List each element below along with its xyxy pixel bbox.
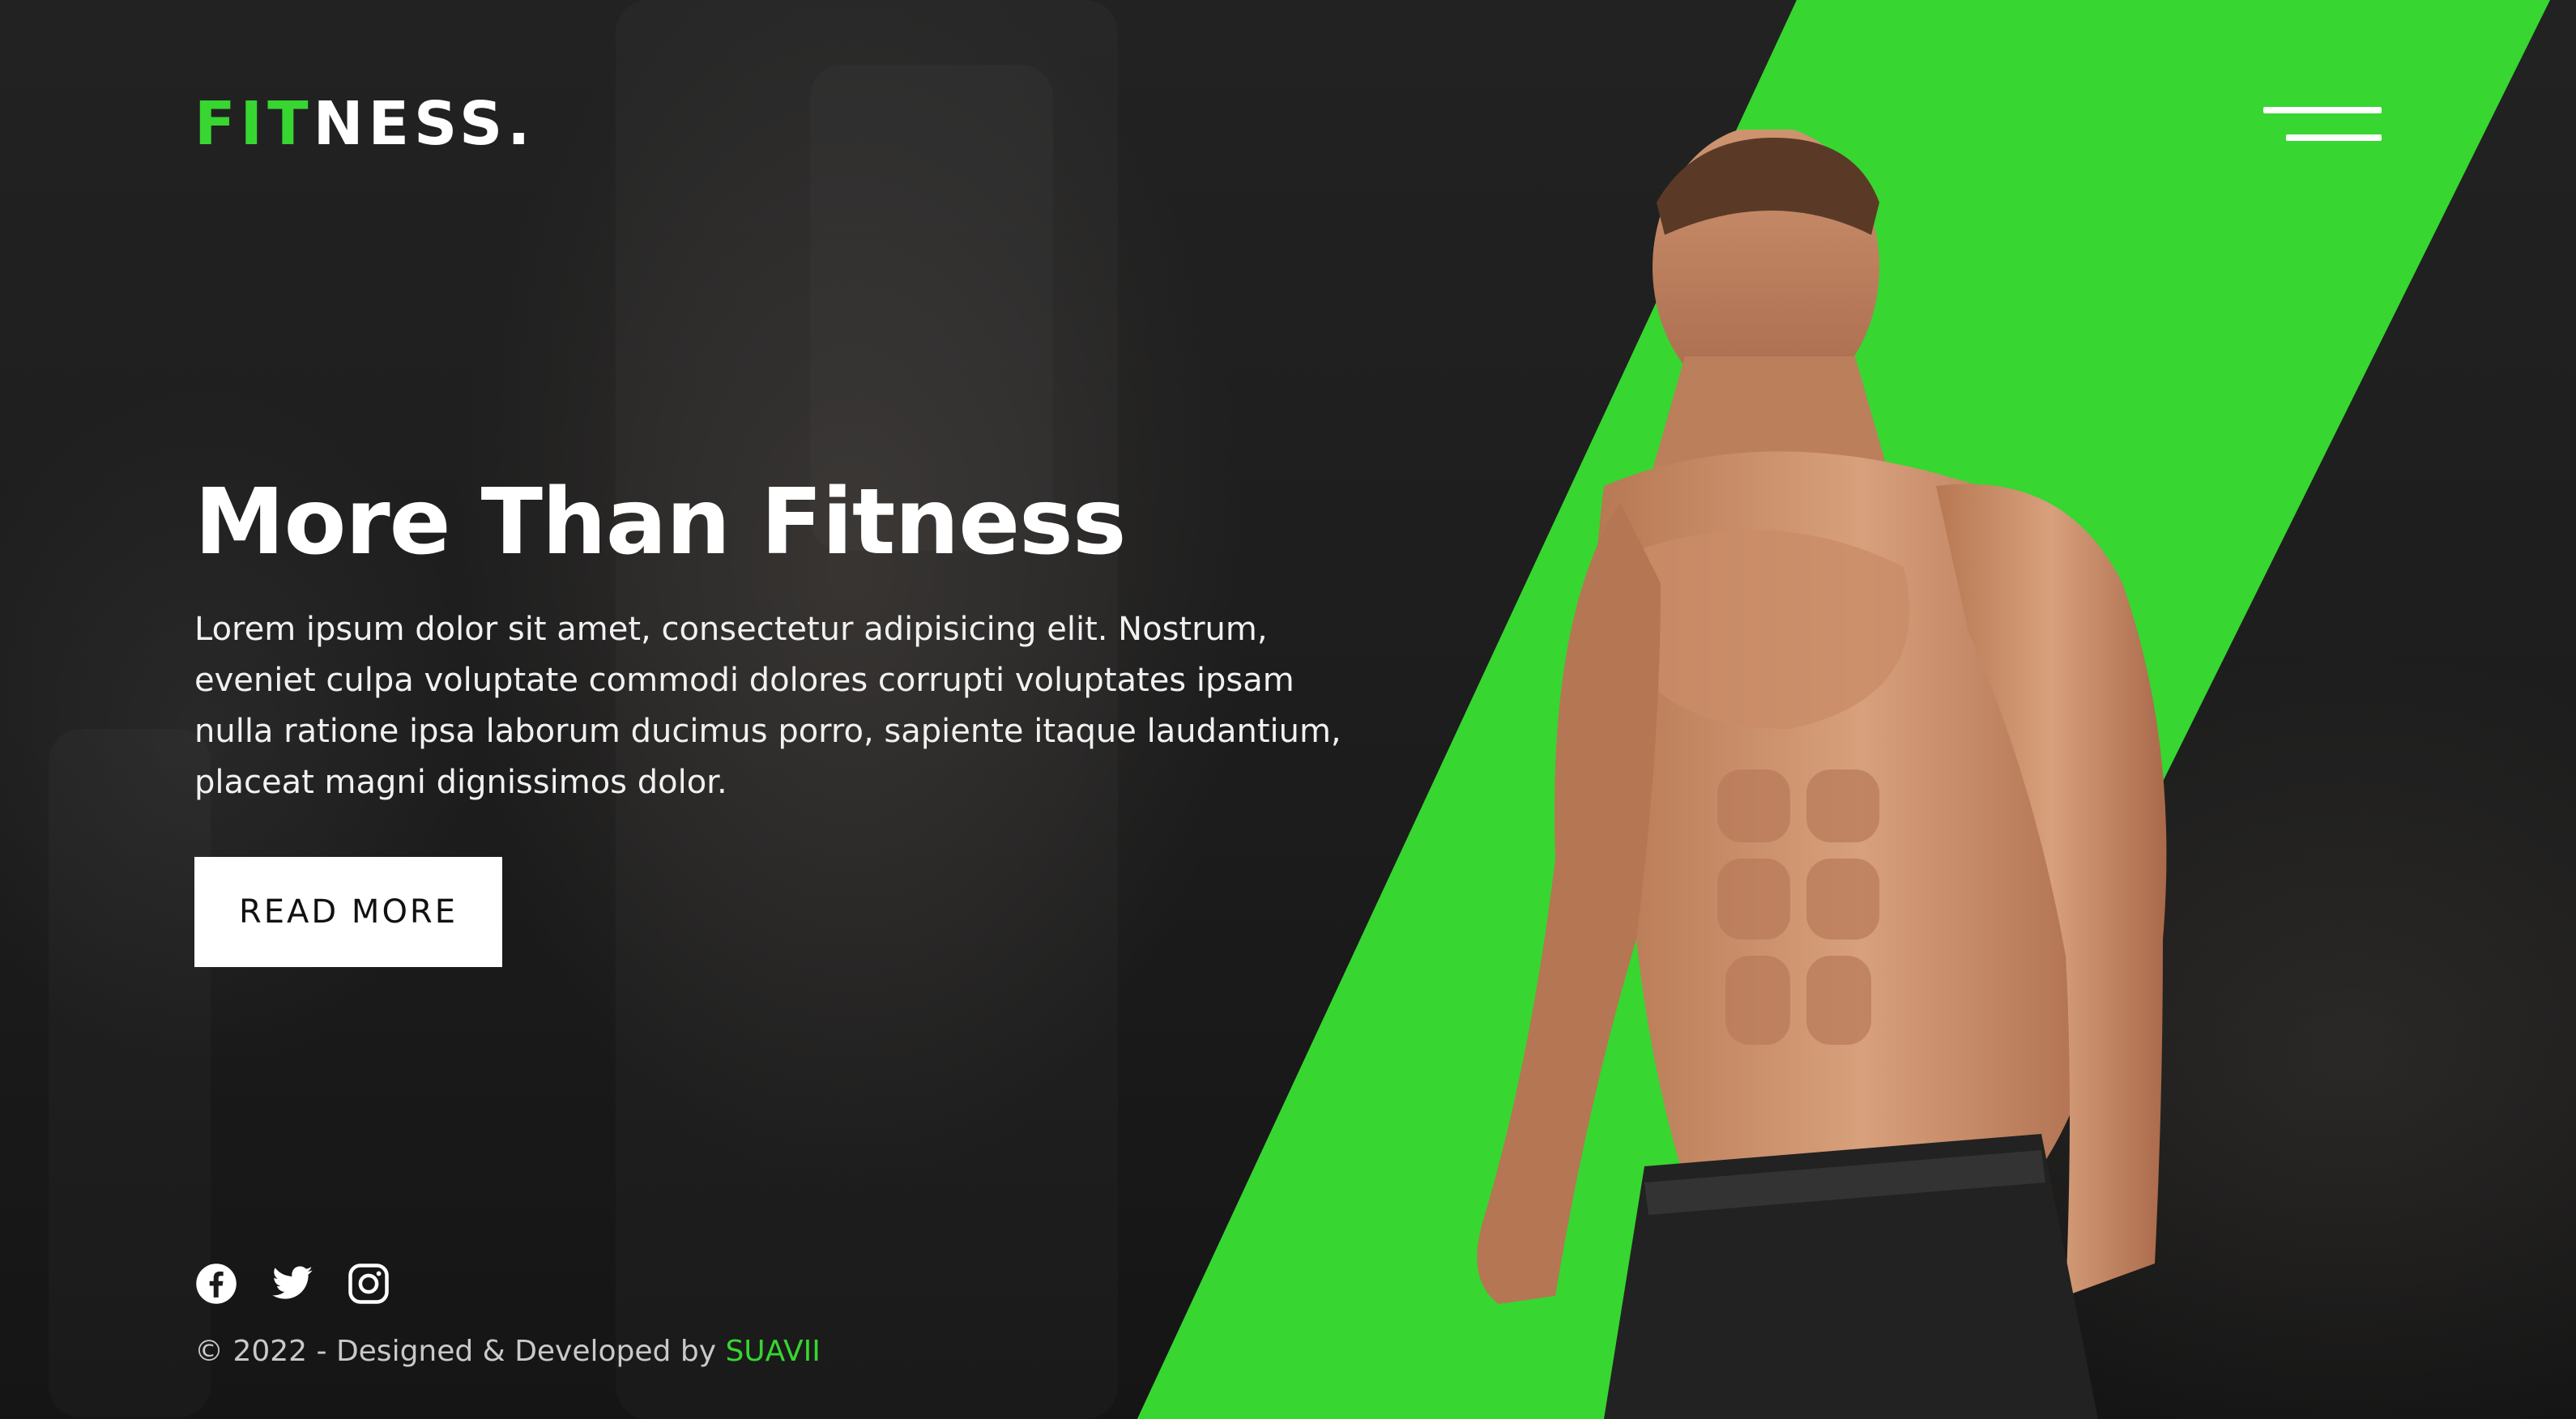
menu-line-bottom bbox=[2286, 134, 2382, 141]
logo-accent-text: FIT bbox=[194, 89, 313, 159]
footer-credit-link[interactable]: SUAVII bbox=[725, 1335, 820, 1368]
hamburger-menu-icon[interactable] bbox=[2260, 102, 2390, 151]
footer-credit: © 2022 - Designed & Developed by SUAVII bbox=[194, 1335, 821, 1368]
athlete-image bbox=[1450, 130, 2244, 1419]
hero-description: Lorem ipsum dolor sit amet, consectetur … bbox=[194, 611, 1341, 801]
footer-text: © 2022 - Designed & Developed by bbox=[194, 1335, 726, 1368]
hero-section: More Than Fitness Lorem ipsum dolor sit … bbox=[194, 470, 1361, 967]
menu-line-top bbox=[2263, 107, 2382, 113]
twitter-icon[interactable] bbox=[271, 1262, 314, 1306]
brand-logo[interactable]: FITNESS. bbox=[194, 87, 535, 160]
logo-rest-text: NESS. bbox=[313, 89, 535, 159]
hero-title: More Than Fitness bbox=[194, 470, 1126, 575]
read-more-button[interactable]: READ MORE bbox=[194, 857, 502, 967]
instagram-icon[interactable] bbox=[347, 1262, 390, 1306]
landing-page: FITNESS. More Than Fitness Lorem ipsum d… bbox=[0, 0, 2576, 1419]
social-links bbox=[194, 1262, 390, 1306]
facebook-icon[interactable] bbox=[194, 1262, 238, 1306]
